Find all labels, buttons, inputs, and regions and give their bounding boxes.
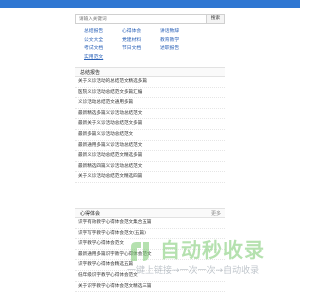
article-link[interactable]: 识字有效教学心得体会范文集合五篇: [75, 218, 225, 229]
article-list: 关于义诊活动的总结范文精选多篇 医院义诊活动总结范文多篇汇编 义诊活动总结范文通…: [75, 77, 225, 183]
article-link[interactable]: 医院义诊活动总结范文多篇汇编: [75, 88, 225, 99]
more-link[interactable]: 更多: [211, 210, 221, 218]
category-link-speech[interactable]: 讲话致辞: [160, 29, 198, 35]
article-link[interactable]: 关于义诊活动总结范文精选四篇: [75, 172, 225, 183]
category-link-party-materials[interactable]: 党建材料: [122, 38, 160, 44]
article-link[interactable]: 关于义诊活动的总结范文精选多篇: [75, 77, 225, 88]
article-link[interactable]: 最新多篇义诊活动总结范文: [75, 130, 225, 141]
article-link[interactable]: 低年级识字教学心得体会范文: [75, 271, 225, 282]
article-link[interactable]: 关于识字教学心得体会范文精选三篇: [75, 282, 225, 293]
article-link[interactable]: 最新义诊活动总结范文精选多篇: [75, 151, 225, 162]
category-link-practical[interactable]: 实用范文: [84, 55, 122, 61]
section-title: 心得体会: [80, 211, 101, 217]
search-button[interactable]: 搜索: [207, 14, 225, 24]
article-link[interactable]: 识字教学心得体会精选五篇: [75, 260, 225, 271]
category-link-holiday[interactable]: 节日文档: [122, 46, 160, 52]
section-summary: 总结报告 关于义诊活动的总结范文精选多篇 医院义诊活动总结范文多篇汇编 义诊活动…: [75, 67, 225, 183]
article-link[interactable]: 识字教学心得体会范文: [75, 239, 225, 250]
article-link[interactable]: 最新通用多篇识字教学心得体会范文: [75, 250, 225, 261]
section-header: 心得体会 更多: [75, 208, 225, 218]
category-link-education[interactable]: 教育教学: [160, 38, 198, 44]
article-list: 识字有效教学心得体会范文集合五篇 识字写字教学心得体会范文(五篇) 识字教学心得…: [75, 218, 225, 293]
article-link[interactable]: 最新精选四篇义诊活动总结范文: [75, 162, 225, 173]
top-header-bar: [0, 0, 300, 8]
article-link[interactable]: 识字写字教学心得体会范文(五篇): [75, 229, 225, 240]
category-link-official-docs[interactable]: 公文大全: [84, 38, 122, 44]
article-link[interactable]: 最新通用多篇义诊活动总结范文: [75, 141, 225, 152]
category-link-experience[interactable]: 心得体会: [122, 29, 160, 35]
section-title: 总结报告: [80, 70, 101, 76]
search-bar: 搜索: [75, 14, 225, 24]
section-header: 总结报告: [75, 67, 225, 77]
category-link-work-report[interactable]: 述职报告: [160, 46, 198, 52]
article-link[interactable]: 义诊活动总结范文通用多篇: [75, 98, 225, 109]
category-link-summary[interactable]: 总结报告: [84, 29, 122, 35]
article-link[interactable]: 最新精选多篇义诊活动总结范文: [75, 109, 225, 120]
search-input[interactable]: [75, 14, 207, 24]
category-nav: 总结报告 心得体会 讲话致辞 公文大全 党建材料 教育教学 考试文档 节日文档 …: [84, 29, 234, 61]
category-link-exam[interactable]: 考试文档: [84, 46, 122, 52]
article-link[interactable]: 最新关于义诊活动总结范文多篇: [75, 119, 225, 130]
section-experience: 心得体会 更多 识字有效教学心得体会范文集合五篇 识字写字教学心得体会范文(五篇…: [75, 208, 225, 293]
